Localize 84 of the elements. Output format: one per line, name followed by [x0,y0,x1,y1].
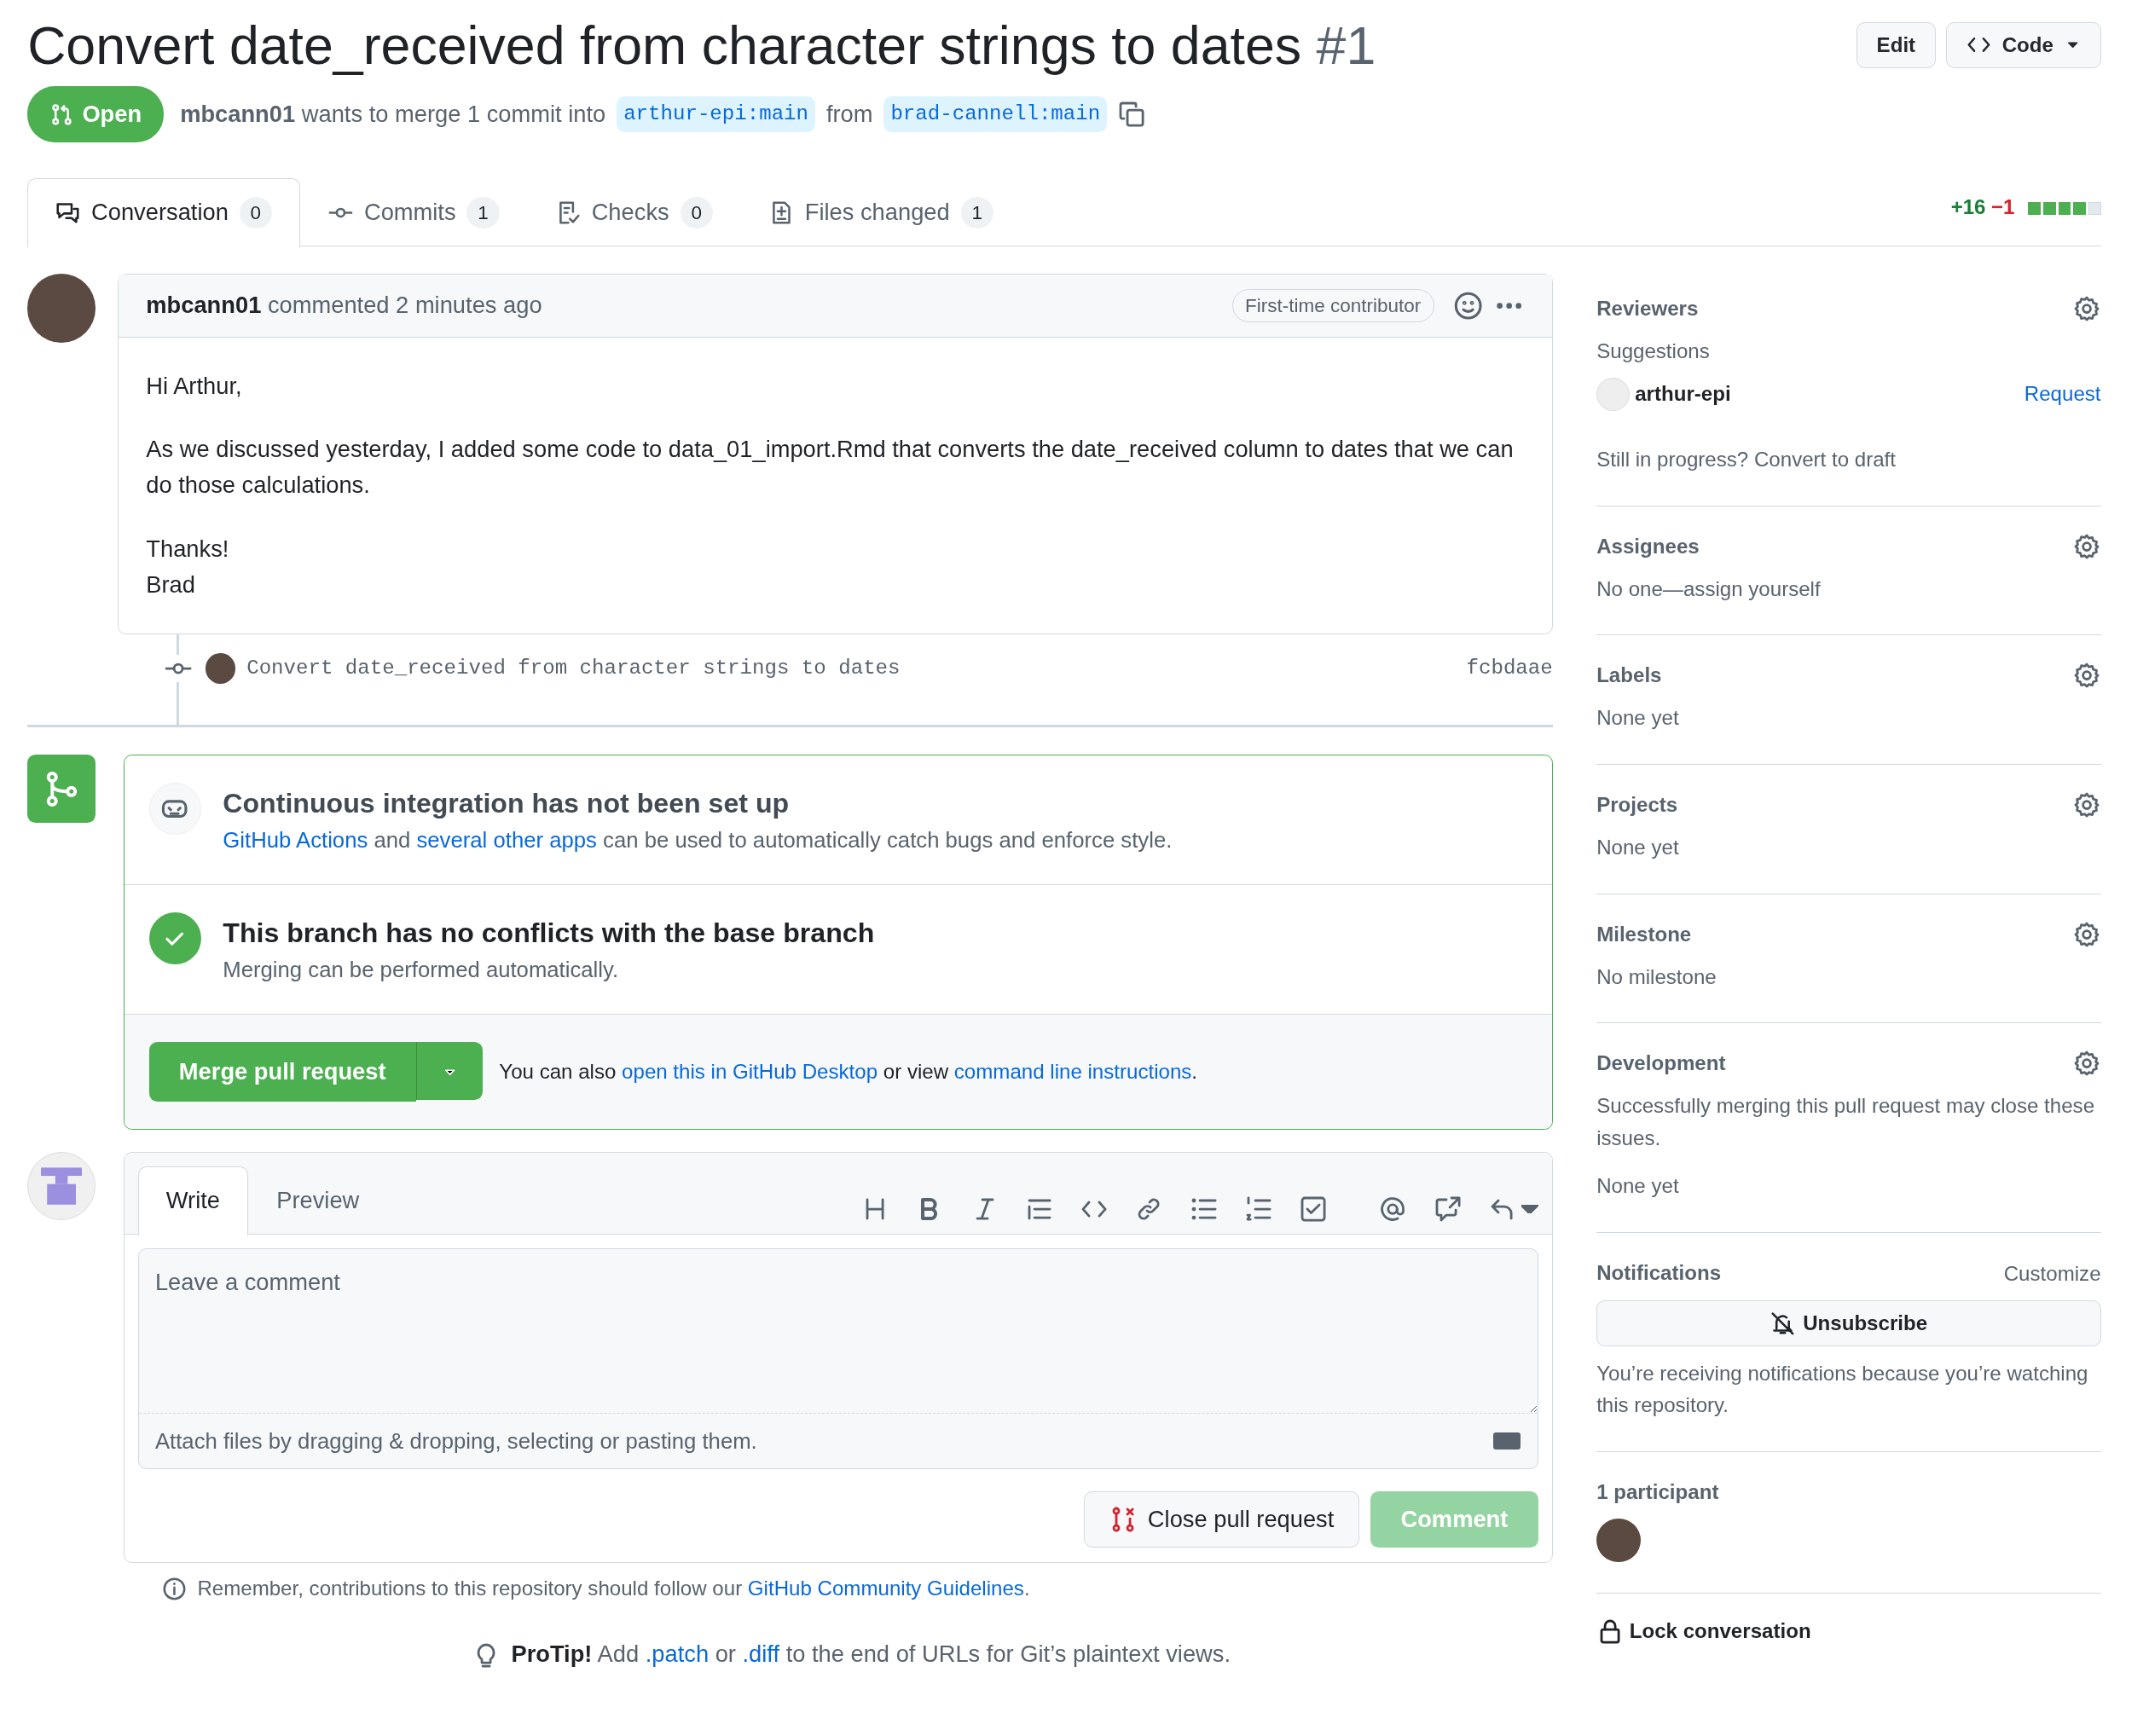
sidebar-text: No one—assign yourself [1596,576,1822,602]
link[interactable]: command line instructions [953,1060,1192,1084]
close-pr-button[interactable]: Close pull request [1083,1490,1360,1548]
attach-hint: Attach files by dragging & dropping, selecting or pasting them. [154,1427,757,1455]
settings-icon[interactable] [2073,532,2101,560]
avatar [206,653,236,684]
convert-draft-text[interactable]: Still in progress? Convert to draft [1596,443,2101,476]
comment-header-text: mbcann01 commented 2 minutes ago [146,291,543,321]
count-badge: 0 [680,197,713,229]
from-text: from [825,99,873,129]
task-list-icon[interactable] [1300,1195,1328,1224]
sidebar-text: None yet [1596,705,1680,732]
merge-summary: mbcann01 wants to merge 1 commit into [180,99,606,129]
speech-bubbles-icon [55,200,81,226]
notification-reason: You’re receiving notifications because you’re watching this repository. [1596,1361,2089,1419]
info-icon [161,1577,187,1601]
reviewer-name[interactable]: arthur-epi [1635,379,1731,410]
link[interactable]: open this in GitHub Desktop [622,1060,878,1084]
sidebar-heading: Assignees [1596,533,1700,559]
comment-paragraph: Thanks! Brad [146,534,230,600]
sidebar-text: None yet [1596,1173,1680,1200]
sidebar-text: Successfully merging this pull request may close these issues. [1596,1093,2096,1151]
conflict-heading: This branch has no conflicts with the base branch [223,917,875,951]
copy-icon[interactable] [1118,101,1146,129]
link[interactable]: GitHub Community Guidelines [747,1577,1024,1600]
editor-tab[interactable]: Write [137,1166,249,1235]
merge-alternatives-text: You can also open this in GitHub Desktop or view command line instructions. [499,1060,1198,1084]
request-link[interactable]: Request [2024,379,2101,410]
commit-message[interactable]: Convert date_received from character strings to dates [246,653,1456,685]
unsubscribe-button[interactable]: Unsubscribe [1596,1300,2101,1347]
link[interactable]: .diff [742,1641,780,1668]
cross-reference-icon[interactable] [1434,1195,1462,1224]
comment-paragraph: As we discussed yesterday, I added some code to data_01_import.Rmd that converts the date_received column to dates that we can do those calculations. [146,435,1515,501]
customize-link[interactable]: Customize [2003,1257,2101,1290]
settings-icon[interactable] [2073,920,2101,948]
avatar [1596,1519,1641,1563]
settings-icon[interactable] [2073,1050,2101,1078]
suggestions-label: Suggestions [1596,338,1711,364]
settings-icon[interactable] [2073,294,2101,322]
branch-name[interactable]: arthur-epi:main [617,95,816,133]
sidebar-heading: Labels [1596,663,1662,689]
tab[interactable]: Files changed 1 [740,178,1022,247]
count-badge: 1 [466,197,500,229]
ci-heading: Continuous integration has not been set up [223,787,791,821]
count-badge: 1 [960,197,993,229]
bell-slash-icon [1770,1311,1795,1336]
edit-button[interactable]: Edit [1856,21,1936,68]
settings-icon[interactable] [2073,662,2101,690]
link[interactable]: GitHub Actions [223,828,368,853]
lock-conversation-link[interactable]: Lock conversation [1629,1615,1811,1646]
deletions-count: −1 [1990,194,2015,221]
conflict-description: Merging can be performed automatically. [223,957,620,984]
state-badge: Open [27,85,164,143]
code-button[interactable]: Code [1946,21,2101,68]
caret-icon [1521,1205,1538,1213]
tab[interactable]: Conversation 0 [27,178,301,247]
comment-paragraph: Hi Arthur, [146,371,243,401]
smiley-icon[interactable] [1453,291,1484,321]
ci-description: GitHub Actions and several other apps can be used to automatically catch bugs and enforce style. [223,828,1173,853]
commit-sha[interactable]: fcbdaae [1466,653,1553,685]
tab[interactable]: Commits 1 [300,178,528,247]
additions-count: +16 [1950,194,1986,221]
markdown-icon [1493,1432,1521,1450]
link[interactable]: several other apps [416,828,597,853]
link[interactable]: .patch [645,1641,710,1668]
pr-title: Convert date_received from character strings to dates #1 [27,14,1376,77]
mention-icon[interactable] [1379,1195,1407,1224]
numbered-list-icon[interactable] [1244,1195,1273,1224]
settings-icon[interactable] [2073,790,2101,819]
protip-text: ProTip! Add .patch or .diff to the end of URLs for Git’s plaintext views. [511,1640,1231,1669]
sidebar-heading: Notifications [1596,1260,1722,1287]
sidebar-heading: Reviewers [1596,295,1699,321]
tab[interactable]: Checks 0 [527,178,741,247]
comment-field[interactable]: Leave a comment Attach files by dragging & dropping, selecting or pasting them. [137,1248,1538,1470]
count-badge: 0 [239,197,272,229]
sidebar-heading: Milestone [1596,921,1692,947]
sidebar-text: No milestone [1596,963,1717,990]
sidebar-text: None yet [1596,834,1680,860]
participants-heading: 1 participant [1596,1479,1720,1506]
sidebar-heading: Development [1596,1050,1726,1077]
sidebar-heading: Projects [1596,791,1678,818]
guidelines-text: Remember, contributions to this repository should follow our GitHub Community Guidelines. [197,1576,1030,1602]
editor-tab[interactable]: Preview [248,1166,388,1235]
branch-name[interactable]: brad-cannell:main [883,95,1108,133]
